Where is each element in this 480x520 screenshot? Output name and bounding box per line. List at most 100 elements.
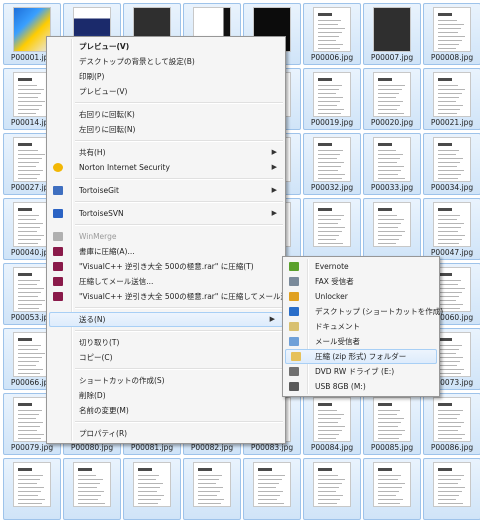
context-menu-item[interactable]: TortoiseGit ▶ (47, 183, 285, 198)
sendto-menu-item[interactable]: デスクトップ (ショートカットを作成) (283, 304, 443, 319)
file-tile[interactable]: P00084.jpg (303, 393, 361, 455)
submenu-arrow-icon: ▶ (271, 148, 277, 156)
file-tile[interactable] (243, 458, 301, 520)
menu-item-label: デスクトップ (ショートカットを作成) (315, 307, 444, 316)
file-tile[interactable]: P00047.jpg (423, 198, 480, 260)
file-name-label: P00034.jpg (430, 183, 474, 192)
context-menu-item[interactable]: 書庫に圧縮(A)... (47, 244, 285, 259)
file-tile[interactable]: P00032.jpg (303, 133, 361, 195)
file-tile[interactable] (3, 458, 61, 520)
menu-item-label: 共有(H) (79, 148, 106, 157)
file-tile[interactable] (63, 458, 121, 520)
context-menu-item[interactable]: 印刷(P) (47, 69, 285, 84)
context-menu-item[interactable]: 削除(D) (47, 388, 285, 403)
context-menu-item[interactable]: ショートカットの作成(S) (47, 373, 285, 388)
file-tile[interactable] (303, 198, 361, 260)
thumbnail-image (313, 397, 351, 442)
winmerge-icon (53, 232, 63, 241)
menu-item-label: WinMerge (79, 232, 117, 241)
thumbnail-image (313, 7, 351, 52)
file-tile[interactable]: P00086.jpg (423, 393, 480, 455)
sendto-menu-item[interactable]: Unlocker (283, 289, 439, 304)
menu-item-label: メール受信者 (315, 337, 360, 346)
winrar-icon (53, 262, 63, 271)
thumbnail-image (373, 72, 411, 117)
file-tile[interactable] (123, 458, 181, 520)
file-tile[interactable] (423, 458, 480, 520)
menu-separator (75, 224, 283, 226)
context-menu-item[interactable]: "VisualC++ 逆引き大全 500の極意.rar" に圧縮してメール送信 (47, 289, 295, 304)
file-tile[interactable]: P00021.jpg (423, 68, 480, 130)
context-menu-item[interactable]: コピー(C) (47, 350, 285, 365)
thumbnail-image (73, 462, 111, 507)
menu-item-label: 印刷(P) (79, 72, 105, 81)
file-tile[interactable] (363, 458, 421, 520)
documents-icon (289, 322, 299, 331)
file-tile[interactable]: P00019.jpg (303, 68, 361, 130)
context-menu-item[interactable]: Norton Internet Security ▶ (47, 160, 285, 175)
file-tile[interactable]: P00007.jpg (363, 3, 421, 65)
menu-item-label: Norton Internet Security (79, 163, 170, 172)
thumbnail-image (433, 202, 471, 247)
menu-item-label: "VisualC++ 逆引き大全 500の極意.rar" に圧縮(T) (79, 262, 254, 271)
context-menu-item[interactable]: 右回りに回転(K) (47, 107, 285, 122)
sendto-submenu: Evernote FAX 受信者 Unlocker デスクトップ (ショートカットを作… (282, 256, 443, 397)
menu-separator (75, 421, 283, 423)
context-menu-item[interactable]: "VisualC++ 逆引き大全 500の極意.rar" に圧縮(T) (47, 259, 285, 274)
thumbnail-image (373, 462, 411, 507)
sendto-menu-item[interactable]: 圧縮 (zip 形式) フォルダー (285, 349, 437, 364)
context-menu-item[interactable]: プレビュー(V) (47, 84, 285, 99)
evernote-icon (289, 262, 299, 271)
menu-separator (75, 178, 283, 180)
thumbnail-image (433, 397, 471, 442)
sendto-menu-item[interactable]: FAX 受信者 (283, 274, 439, 289)
zip-folder-icon (291, 352, 301, 361)
menu-item-label: プロパティ(R) (79, 429, 128, 438)
unlocker-icon (289, 292, 299, 301)
file-tile[interactable]: P00020.jpg (363, 68, 421, 130)
thumbnail-image (433, 137, 471, 182)
file-name-label: P00006.jpg (310, 53, 354, 62)
context-menu-item[interactable]: 共有(H) ▶ (47, 145, 285, 160)
context-menu: プレビュー(V) デスクトップの背景として設定(B) 印刷(P) プレビュー(V) 右回… (46, 36, 295, 444)
file-tile[interactable]: P00008.jpg (423, 3, 480, 65)
context-menu-item[interactable]: デスクトップの背景として設定(B) (47, 54, 285, 69)
sendto-menu-item[interactable]: Evernote (283, 259, 439, 274)
file-name-label: P00086.jpg (430, 443, 474, 452)
menu-separator (75, 368, 283, 370)
menu-item-label: プレビュー(V) (79, 42, 130, 51)
context-menu-item[interactable]: 左回りに回転(N) (47, 122, 285, 137)
file-tile[interactable]: P00034.jpg (423, 133, 480, 195)
menu-item-label: 圧縮 (zip 形式) フォルダー (315, 352, 407, 361)
file-name-label: P00033.jpg (370, 183, 414, 192)
file-tile[interactable] (303, 458, 361, 520)
sendto-menu-item[interactable]: DVD RW ドライブ (E:) (283, 364, 439, 379)
file-tile[interactable] (363, 198, 421, 260)
context-menu-item[interactable]: 圧縮してメール送信... (47, 274, 285, 289)
file-name-label: P00081.jpg (130, 443, 174, 452)
context-menu-item[interactable]: プレビュー(V) (47, 39, 285, 54)
context-menu-item[interactable]: 送る(N) ▶ (49, 312, 283, 327)
file-tile[interactable]: P00006.jpg (303, 3, 361, 65)
file-tile[interactable]: P00085.jpg (363, 393, 421, 455)
submenu-arrow-icon: ▶ (271, 209, 277, 217)
thumbnail-image (133, 462, 171, 507)
file-tile[interactable] (183, 458, 241, 520)
sendto-menu-item[interactable]: USB 8GB (M:) (283, 379, 439, 394)
menu-item-label: USB 8GB (M:) (315, 382, 366, 391)
fax-icon (289, 277, 299, 286)
context-menu-item[interactable]: プロパティ(R) (47, 426, 285, 441)
sendto-menu-item[interactable]: ドキュメント (283, 319, 439, 334)
context-menu-item[interactable]: 切り取り(T) (47, 335, 285, 350)
menu-item-label: プレビュー(V) (79, 87, 128, 96)
thumbnail-image (433, 7, 471, 52)
menu-separator (75, 330, 283, 332)
file-tile[interactable]: P00033.jpg (363, 133, 421, 195)
winrar-icon (53, 277, 63, 286)
context-menu-item[interactable]: TortoiseSVN ▶ (47, 206, 285, 221)
file-name-label: P00085.jpg (370, 443, 414, 452)
submenu-arrow-icon: ▶ (271, 186, 277, 194)
sendto-menu-item[interactable]: メール受信者 (283, 334, 439, 349)
context-menu-item[interactable]: 名前の変更(M) (47, 403, 285, 418)
thumbnail-image (313, 72, 351, 117)
